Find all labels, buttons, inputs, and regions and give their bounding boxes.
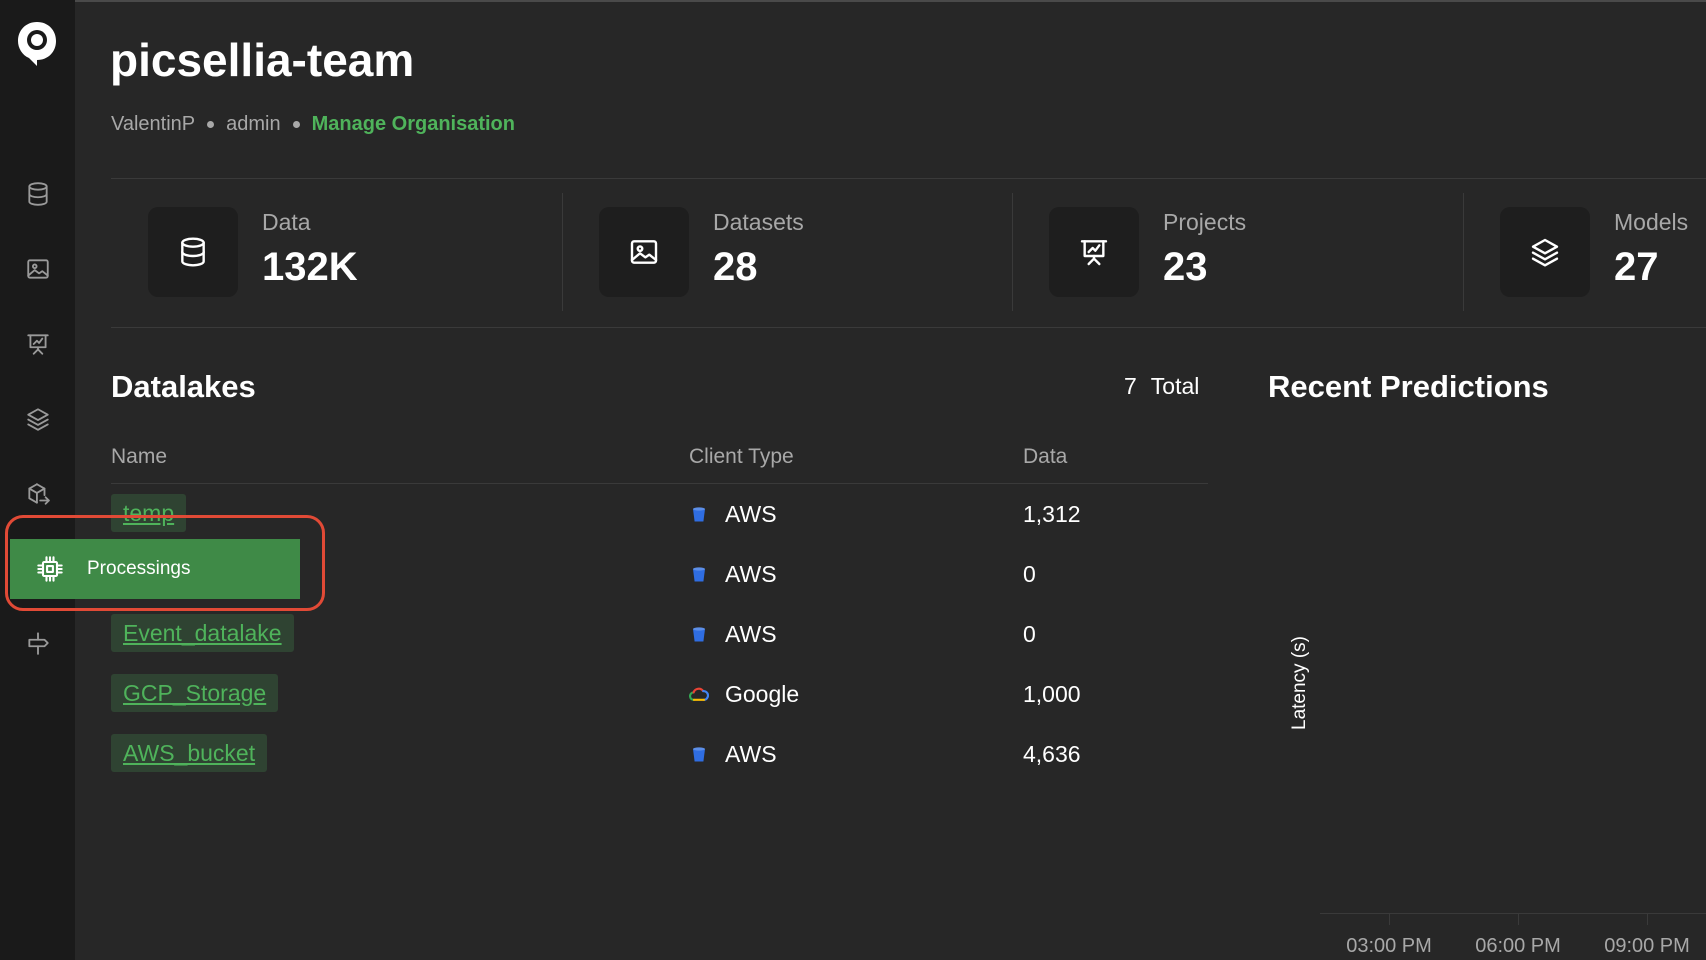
organization-title: picsellia-team	[110, 34, 415, 86]
layers-icon	[1500, 207, 1590, 297]
database-icon	[28, 182, 48, 206]
sidebar	[0, 0, 75, 960]
stat-divider	[562, 193, 563, 311]
client-type-cell: AWS	[689, 730, 777, 778]
aws-bucket-icon	[693, 747, 705, 762]
total-label: Total	[1150, 373, 1200, 399]
stat-value: 23	[1163, 245, 1208, 289]
separator-dot	[207, 121, 215, 128]
sidebar-item-deployments[interactable]	[22, 478, 54, 510]
x-tick-label: 09:00 PM	[1604, 935, 1690, 957]
table-row[interactable]: Event_datalake AWS 0	[111, 610, 1208, 658]
table-row[interactable]: AWS_bucket AWS 4,636	[111, 730, 1208, 778]
stat-data[interactable]: Data 132K	[148, 207, 548, 299]
data-count-cell: 0	[1023, 621, 1036, 647]
aws-bucket-icon	[693, 507, 705, 522]
client-type-label: AWS	[725, 740, 777, 767]
username: ValentinP	[111, 113, 196, 135]
x-tick-label: 03:00 PM	[1346, 935, 1432, 957]
x-axis-tick	[1647, 913, 1648, 925]
x-tick-label: 06:00 PM	[1475, 935, 1561, 957]
aws-bucket-icon	[693, 627, 705, 642]
google-cloud-icon	[689, 687, 709, 701]
presentation-chart-icon	[27, 334, 49, 355]
sidebar-item-projects[interactable]	[22, 328, 54, 360]
signpost-icon	[28, 632, 49, 655]
image-icon	[599, 207, 689, 297]
stat-models[interactable]: Models 27	[1500, 207, 1706, 299]
datalake-name-link[interactable]: Event_datalake	[111, 614, 294, 652]
client-type-cell: AWS	[689, 550, 777, 598]
data-count-cell: 4,636	[1023, 741, 1081, 767]
data-count-cell: 0	[1023, 561, 1036, 587]
picsellia-logo-icon[interactable]	[16, 20, 58, 66]
sidebar-item-models[interactable]	[22, 403, 54, 435]
divider	[111, 327, 1706, 328]
recent-predictions-title: Recent Predictions	[1268, 369, 1549, 404]
data-count-cell: 1,000	[1023, 681, 1081, 707]
user-info-line: ValentinP admin Manage Organisation	[111, 113, 515, 136]
datalakes-title: Datalakes	[111, 369, 256, 404]
client-type-label: AWS	[725, 500, 777, 527]
table-header-divider	[111, 483, 1208, 484]
sidebar-item-signpost[interactable]	[22, 627, 54, 659]
top-border	[0, 0, 1706, 2]
client-type-label: Google	[725, 680, 800, 707]
sidebar-item-data[interactable]	[22, 178, 54, 210]
column-header-data[interactable]: Data	[1023, 445, 1067, 469]
client-type-cell: AWS	[689, 610, 777, 658]
presentation-chart-icon	[1049, 207, 1139, 297]
y-axis-label: Latency (s)	[1289, 636, 1310, 730]
column-header-client-type[interactable]: Client Type	[689, 445, 794, 469]
x-axis-tick	[1389, 913, 1390, 925]
stat-value: 28	[713, 245, 758, 289]
stat-label: Projects	[1163, 209, 1247, 235]
x-axis-tick	[1518, 913, 1519, 925]
database-icon	[148, 207, 238, 297]
manage-organisation-link[interactable]: Manage Organisation	[312, 113, 515, 136]
user-role: admin	[226, 113, 281, 135]
stat-label: Datasets	[713, 209, 804, 235]
stat-projects[interactable]: Projects 23	[1049, 207, 1449, 299]
package-export-icon	[28, 483, 50, 505]
client-type-cell: AWS	[689, 490, 777, 538]
stat-divider	[1463, 193, 1464, 311]
table-row[interactable]: GCP_Storage Google 1,000	[111, 670, 1208, 718]
stat-value: 132K	[262, 245, 358, 289]
separator-dot	[292, 121, 300, 128]
stat-divider	[1012, 193, 1013, 311]
datalakes-total: 7 Total	[1124, 373, 1199, 400]
x-axis-line	[1320, 913, 1706, 914]
datalake-name-link[interactable]: AWS_bucket	[111, 734, 268, 772]
layers-icon	[27, 408, 49, 431]
total-count: 7	[1124, 373, 1137, 399]
stat-label: Models	[1614, 209, 1689, 235]
stat-datasets[interactable]: Datasets 28	[599, 207, 999, 299]
client-type-cell: Google	[689, 670, 799, 718]
column-header-name[interactable]: Name	[111, 445, 167, 469]
stat-value: 27	[1614, 245, 1659, 289]
client-type-label: AWS	[725, 560, 777, 587]
data-count-cell: 1,312	[1023, 501, 1081, 527]
datalake-name-link[interactable]: GCP_Storage	[111, 674, 279, 712]
stat-label: Data	[262, 209, 311, 235]
aws-bucket-icon	[693, 567, 705, 582]
image-icon	[27, 259, 49, 279]
client-type-label: AWS	[725, 620, 777, 647]
divider	[111, 178, 1706, 179]
sidebar-item-datasets[interactable]	[22, 253, 54, 285]
highlight-annotation	[5, 515, 325, 611]
